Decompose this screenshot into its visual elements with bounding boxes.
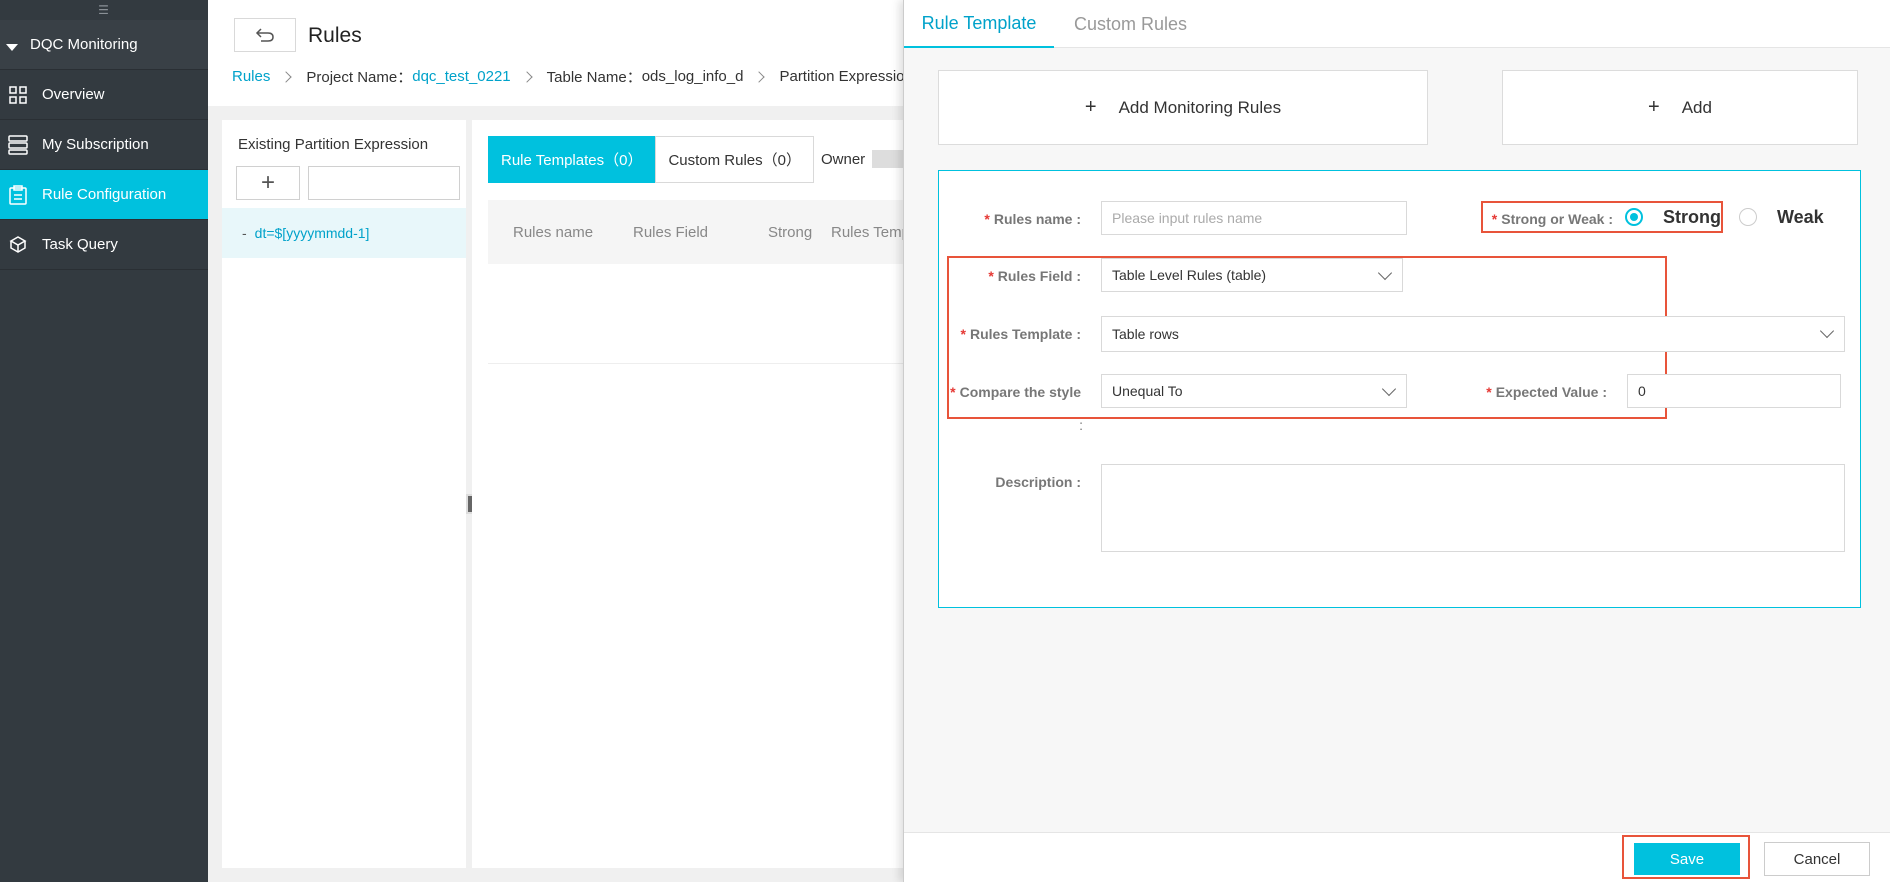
main-content: Rules Rules Project Name： dqc_test_0221 … bbox=[208, 0, 913, 882]
bullet-icon: - bbox=[242, 225, 247, 241]
sidebar-group-label: DQC Monitoring bbox=[30, 36, 138, 53]
rules-table-body bbox=[488, 264, 903, 364]
strong-radio[interactable] bbox=[1625, 208, 1643, 226]
back-button[interactable] bbox=[234, 18, 296, 52]
sidebar-item-overview[interactable]: Overview bbox=[0, 70, 208, 120]
server-icon bbox=[8, 134, 28, 155]
add-partition-button[interactable]: + bbox=[236, 166, 300, 200]
sidebar-item-label: Overview bbox=[42, 86, 105, 103]
chevron-down-icon bbox=[1381, 381, 1397, 397]
grid-icon bbox=[8, 85, 28, 105]
owner-value-redacted bbox=[872, 150, 903, 168]
breadcrumb-project-link[interactable]: dqc_test_0221 bbox=[412, 68, 510, 85]
sidebar: ☰ DQC Monitoring Overview My Subscriptio… bbox=[0, 0, 208, 882]
clipboard-icon bbox=[8, 184, 28, 205]
strong-or-weak-label: * Strong or Weak : bbox=[1491, 211, 1613, 227]
sidebar-item-task-query[interactable]: Task Query bbox=[0, 220, 208, 270]
plus-icon: + bbox=[1648, 96, 1660, 118]
owner-label: Owner bbox=[821, 151, 866, 168]
column-header-strong: Strong bbox=[768, 223, 813, 241]
sidebar-item-label: Task Query bbox=[42, 236, 118, 253]
rules-list-panel: Rule Templates（0） Custom Rules（0） Owner … bbox=[472, 120, 903, 868]
add-monitoring-rules-button[interactable]: + Add Monitoring Rules bbox=[938, 70, 1428, 145]
tab-custom-rules[interactable]: Custom Rules（0） bbox=[655, 136, 814, 183]
rules-field-value: Table Level Rules (table) bbox=[1112, 267, 1267, 283]
chevron-right-icon bbox=[753, 70, 766, 83]
strong-radio-label[interactable]: Strong bbox=[1663, 207, 1721, 228]
expected-value-label: * Expected Value : bbox=[1486, 384, 1607, 400]
tab-rule-template[interactable]: Rule Template bbox=[904, 0, 1054, 48]
chevron-right-icon bbox=[520, 70, 533, 83]
rules-template-label: * Rules Template : bbox=[960, 326, 1081, 342]
compare-style-value: Unequal To bbox=[1112, 383, 1183, 399]
rules-template-select[interactable]: Table rows bbox=[1101, 316, 1845, 352]
compare-style-colon: : bbox=[1079, 417, 1083, 433]
drawer-footer: Save Cancel bbox=[904, 832, 1890, 882]
sidebar-item-label: Rule Configuration bbox=[42, 186, 167, 203]
rule-drawer: Rule Template Custom Rules + Add Monitor… bbox=[903, 0, 1890, 882]
breadcrumb-table-value: ods_log_info_d bbox=[641, 68, 744, 85]
chevron-down-icon bbox=[1377, 265, 1393, 281]
weak-radio-label[interactable]: Weak bbox=[1777, 207, 1824, 228]
weak-radio[interactable] bbox=[1739, 208, 1757, 226]
chevron-down-icon bbox=[1819, 323, 1835, 339]
tab-custom-rules-drawer[interactable]: Custom Rules bbox=[1074, 0, 1187, 48]
compare-style-label: * Compare the style bbox=[950, 384, 1081, 400]
column-header-rules-template: Rules Temp bbox=[831, 223, 903, 241]
add-label: Add bbox=[1681, 97, 1712, 117]
sidebar-item-my-subscription[interactable]: My Subscription bbox=[0, 120, 208, 170]
caret-down-icon bbox=[6, 44, 18, 51]
sidebar-item-label: My Subscription bbox=[42, 136, 149, 153]
partition-expression-text: dt=$[yyyymmdd-1] bbox=[254, 225, 370, 241]
tab-rule-templates[interactable]: Rule Templates（0） bbox=[488, 136, 656, 183]
drag-handle-icon[interactable]: ☰ bbox=[0, 0, 208, 20]
sidebar-group-dqc-monitoring[interactable]: DQC Monitoring bbox=[0, 20, 208, 70]
column-header-rules-name: Rules name bbox=[513, 223, 594, 241]
drawer-tabs: Rule Template Custom Rules bbox=[904, 0, 1890, 48]
page-header: Rules Rules Project Name： dqc_test_0221 … bbox=[208, 0, 913, 106]
scale-icon bbox=[8, 235, 28, 255]
rules-template-value: Table rows bbox=[1112, 326, 1179, 342]
expected-value-input[interactable]: 0 bbox=[1627, 374, 1841, 408]
undo-arrow-icon bbox=[255, 28, 274, 42]
add-button[interactable]: + Add bbox=[1502, 70, 1858, 145]
breadcrumb-partition-label: Partition Expression bbox=[779, 68, 913, 85]
rules-tabs: Rule Templates（0） Custom Rules（0） bbox=[488, 136, 814, 183]
breadcrumb-rules-link[interactable]: Rules bbox=[232, 68, 270, 85]
partition-panel: Existing Partition Expression + - dt=$[y… bbox=[222, 120, 466, 868]
save-button[interactable]: Save bbox=[1634, 843, 1740, 875]
rules-field-label: * Rules Field : bbox=[988, 268, 1081, 284]
plus-icon: + bbox=[1084, 96, 1097, 118]
breadcrumb-table-label: Table Name： bbox=[546, 69, 642, 86]
breadcrumb: Rules Project Name： dqc_test_0221 Table … bbox=[232, 66, 913, 87]
column-header-rules-field: Rules Field bbox=[633, 223, 709, 241]
sidebar-item-rule-configuration[interactable]: Rule Configuration bbox=[0, 170, 208, 220]
breadcrumb-project-label: Project Name： bbox=[306, 69, 413, 86]
rules-name-input[interactable]: Please input rules name bbox=[1101, 201, 1407, 235]
add-monitoring-rules-label: Add Monitoring Rules bbox=[1118, 97, 1282, 117]
partition-expression-item[interactable]: - dt=$[yyyymmdd-1] bbox=[222, 208, 466, 258]
partition-panel-title: Existing Partition Expression bbox=[238, 136, 429, 153]
page-title: Rules bbox=[308, 24, 362, 47]
rule-form: * Rules name : Please input rules name * S… bbox=[938, 170, 1861, 608]
chevron-right-icon bbox=[280, 70, 293, 83]
compare-style-select[interactable]: Unequal To bbox=[1101, 374, 1407, 408]
description-textarea[interactable] bbox=[1101, 464, 1845, 552]
partition-search-input[interactable] bbox=[308, 166, 460, 200]
rules-table-header: Rules name Rules Field Strong Rules Temp bbox=[488, 200, 903, 264]
rules-field-select[interactable]: Table Level Rules (table) bbox=[1101, 258, 1403, 292]
description-label: Description : bbox=[995, 474, 1081, 490]
rules-name-label: * Rules name : bbox=[984, 211, 1081, 227]
cancel-button[interactable]: Cancel bbox=[1764, 842, 1870, 876]
